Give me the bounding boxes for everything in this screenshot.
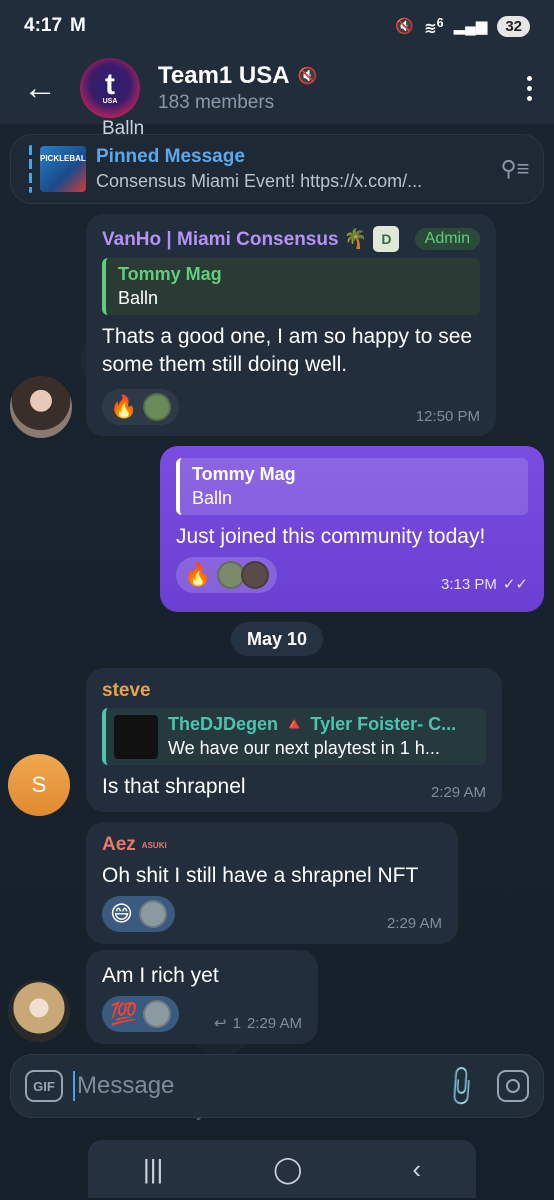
- reply-thumbnail: [114, 714, 158, 759]
- reply-count: 1: [232, 1014, 241, 1032]
- message-input[interactable]: [77, 1072, 427, 1100]
- user-avatar[interactable]: [10, 376, 72, 438]
- reactor-avatar: [143, 1000, 172, 1028]
- reactor-avatar: [241, 561, 270, 589]
- message-time: 12:50 PM: [415, 408, 480, 425]
- recents-icon[interactable]: |||: [143, 1154, 163, 1185]
- sender-tag: ASUKI: [141, 840, 167, 850]
- status-bar: 4:17 M 🔇 ≋6 ▂▄▆ 32: [0, 0, 554, 52]
- group-avatar[interactable]: t USA: [80, 58, 140, 118]
- group-avatar-letter: t: [105, 67, 115, 101]
- message-sender: Aez ASUKI: [102, 834, 442, 856]
- reply-arrow-icon[interactable]: ↩: [214, 1014, 227, 1032]
- user-avatar-letter[interactable]: S: [8, 754, 70, 816]
- message-text: Is that shrapnel: [102, 775, 246, 798]
- system-nav-bar: ||| ◯ ‹: [88, 1140, 476, 1198]
- message-bubble[interactable]: steve TheDJDegen 🔺 Tyler Foister- C... W…: [86, 668, 502, 812]
- reply-text: We have our next playtest in 1 h...: [168, 738, 440, 758]
- pinned-indicator: [29, 145, 32, 193]
- home-icon[interactable]: ◯: [273, 1154, 302, 1185]
- reaction-emoji: 💯: [110, 1001, 138, 1026]
- sender-name: Aez: [102, 834, 136, 855]
- message-time: 2:29 AM: [430, 784, 486, 801]
- user-avatar[interactable]: [8, 980, 70, 1042]
- message-meta: 3:13 PM ✓✓: [440, 575, 528, 594]
- gmail-icon: M: [70, 15, 86, 36]
- pinned-thumbnail: [40, 146, 86, 192]
- reaction-pill[interactable]: 🔥: [102, 389, 180, 425]
- message-time: 2:29 AM: [386, 915, 442, 932]
- text-cursor: [73, 1071, 75, 1101]
- signal-icon: ▂▄▆: [453, 18, 488, 35]
- mute-status-icon: 🔇: [395, 18, 415, 35]
- battery-indicator: 32: [497, 15, 530, 37]
- reply-quote[interactable]: Tommy Mag Balln: [102, 258, 480, 315]
- pinned-body: Consensus Miami Event! https://x.com/...: [96, 171, 423, 191]
- reaction-pill[interactable]: 🔥: [176, 557, 278, 593]
- more-menu-icon[interactable]: [504, 75, 554, 101]
- reactor-avatar: [138, 900, 167, 928]
- pinned-list-icon[interactable]: ⚲≡: [487, 156, 543, 182]
- sender-emoji-badge: D: [373, 226, 400, 252]
- message-bubble[interactable]: Am I rich yet 💯 ↩ 1 2:29 AM: [86, 950, 318, 1044]
- message-meta: 12:50 PM: [416, 408, 480, 425]
- message-bubble[interactable]: Aez ASUKI Oh shit I still have a shrapne…: [86, 822, 458, 944]
- back-nav-icon[interactable]: ‹: [412, 1154, 421, 1185]
- reaction-emoji: 🔥: [184, 562, 212, 587]
- group-title: Team1 USA 🔇: [158, 62, 504, 90]
- avatar-letter: S: [31, 772, 47, 797]
- reply-author: Tommy Mag: [118, 264, 222, 284]
- reaction-emoji: 🔥: [110, 394, 138, 419]
- group-avatar-caption: USA: [102, 97, 118, 105]
- pinned-message-banner[interactable]: Pinned Message Consensus Miami Event! ht…: [10, 134, 544, 204]
- pinned-text: Pinned Message Consensus Miami Event! ht…: [96, 146, 487, 192]
- message-composer: GIF 📎: [10, 1054, 544, 1118]
- admin-badge: Admin: [414, 228, 480, 250]
- pinned-title: Pinned Message: [96, 146, 245, 167]
- status-indicators: 🔇 ≋6 ▂▄▆ 32: [395, 15, 530, 37]
- wifi-icon: ≋6: [424, 15, 444, 37]
- sender-name: steve: [102, 680, 151, 701]
- date-separator: May 10: [231, 622, 323, 656]
- message-meta: 2:29 AM: [387, 915, 442, 932]
- back-arrow-icon[interactable]: ←: [0, 52, 80, 124]
- message-sender: VanHo | Miami Consensus 🌴 D Admin: [102, 226, 480, 252]
- message-text: Am I rich yet: [102, 964, 219, 987]
- message-bubble[interactable]: VanHo | Miami Consensus 🌴 D Admin Tommy …: [86, 214, 496, 436]
- reaction-pill[interactable]: 😄: [102, 896, 175, 932]
- message-text: Just joined this community today!: [176, 525, 486, 548]
- message-text: Oh shit I still have a shrapnel NFT: [102, 864, 419, 887]
- message-meta: 2:29 AM: [431, 784, 486, 801]
- sender-name: VanHo | Miami Consensus 🌴: [102, 229, 368, 250]
- message-time: 3:13 PM: [440, 575, 497, 593]
- reply-text: Balln: [118, 288, 159, 308]
- gif-button[interactable]: GIF: [25, 1070, 63, 1102]
- chat-header: ← t USA Team1 USA 🔇 183 members: [0, 52, 554, 124]
- group-title-text: Team1 USA: [158, 62, 290, 89]
- message-text: Thats a good one, I am so happy to see s…: [102, 325, 473, 376]
- reactor-avatar: [143, 393, 172, 421]
- reply-quote[interactable]: Tommy Mag Balln: [176, 458, 528, 515]
- reaction-emoji: 😄: [110, 901, 133, 926]
- reply-quote[interactable]: TheDJDegen 🔺 Tyler Foister- C... We have…: [102, 708, 486, 765]
- reply-author: Tommy Mag: [192, 464, 296, 484]
- read-checkmarks-icon: ✓✓: [502, 576, 528, 593]
- reply-content: TheDJDegen 🔺 Tyler Foister- C... We have…: [168, 714, 456, 759]
- message-bubble-outgoing[interactable]: Tommy Mag Balln Just joined this communi…: [160, 446, 544, 612]
- wifi-label: 6: [436, 15, 444, 30]
- muted-icon: 🔇: [297, 68, 318, 85]
- header-text[interactable]: Team1 USA 🔇 183 members: [158, 62, 504, 114]
- attach-icon[interactable]: 📎: [438, 1062, 486, 1110]
- message-sender: steve: [102, 680, 486, 702]
- status-time: 4:17: [24, 15, 63, 36]
- reply-author: TheDJDegen 🔺 Tyler Foister- C...: [168, 714, 457, 734]
- reply-text: Balln: [192, 488, 233, 508]
- camera-icon[interactable]: [497, 1070, 529, 1102]
- member-count: 183 members: [158, 92, 275, 113]
- message-time: 2:29 AM: [246, 1014, 302, 1032]
- message-meta: ↩ 1 2:29 AM: [214, 1014, 302, 1033]
- reaction-pill[interactable]: 💯: [102, 996, 180, 1032]
